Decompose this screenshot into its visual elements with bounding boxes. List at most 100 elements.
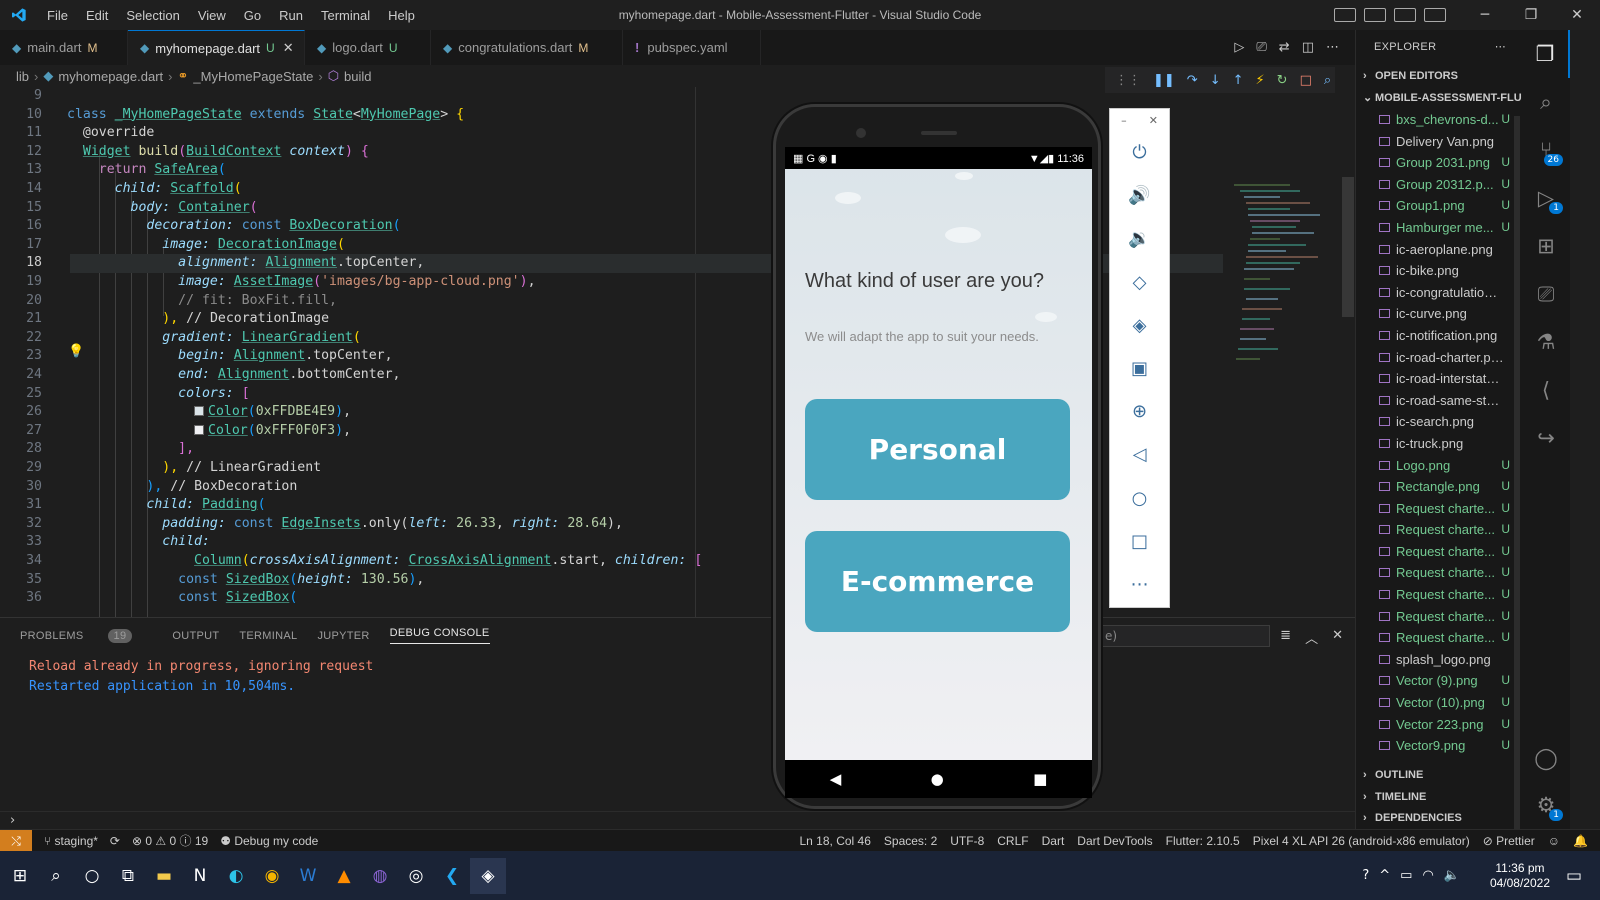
run-debug-icon[interactable]: ▷ 1 <box>1522 174 1570 222</box>
notion-icon[interactable]: N <box>182 858 218 894</box>
file-item[interactable]: ic-congratulations.p... <box>1356 282 1522 304</box>
explorer-icon[interactable]: ❐ <box>1522 30 1570 78</box>
file-item[interactable]: ic-road-charter.png <box>1356 347 1522 369</box>
toggle-sidebar-icon[interactable] <box>1334 8 1356 22</box>
file-item[interactable]: ic-curve.png <box>1356 303 1522 325</box>
recents-icon[interactable]: ■ <box>1033 770 1047 788</box>
menu-go[interactable]: Go <box>235 8 270 23</box>
file-item[interactable]: splash_logo.png <box>1356 649 1522 671</box>
editor-scrollbar[interactable] <box>1342 177 1354 317</box>
tab-congratulations-dart[interactable]: ◆ congratulations.dart M <box>431 30 623 65</box>
file-item[interactable]: Hamburger me... U <box>1356 217 1522 239</box>
file-item[interactable]: Request charte... U <box>1356 584 1522 606</box>
feedback-icon[interactable]: ☺ <box>1548 834 1560 848</box>
file-item[interactable]: Request charte... U <box>1356 627 1522 649</box>
testing-icon[interactable]: ⚗ <box>1522 318 1570 366</box>
menu-terminal[interactable]: Terminal <box>312 8 379 23</box>
file-item[interactable]: Vector (10).png U <box>1356 692 1522 714</box>
open-editors-section[interactable]: › OPEN EDITORS <box>1356 65 1522 87</box>
color-swatch[interactable] <box>194 424 205 435</box>
file-item[interactable]: Request charte... U <box>1356 498 1522 520</box>
file-item[interactable]: Request charte... U <box>1356 519 1522 541</box>
menu-selection[interactable]: Selection <box>117 8 188 23</box>
console-prompt[interactable]: › <box>0 811 1355 831</box>
file-item[interactable]: Rectangle.png U <box>1356 476 1522 498</box>
breadcrumb-method[interactable]: build <box>344 69 371 84</box>
source-control-icon[interactable]: ⑂ 26 <box>1522 126 1570 174</box>
line-ending[interactable]: CRLF <box>997 834 1028 848</box>
breadcrumb-class[interactable]: _MyHomePageState <box>193 69 313 84</box>
device-selector[interactable]: Pixel 4 XL API 26 (android-x86 emulator) <box>1253 834 1470 848</box>
file-item[interactable]: Delivery Van.png <box>1356 131 1522 153</box>
dependencies-section[interactable]: › DEPENDENCIES <box>1356 807 1516 829</box>
breadcrumb-lib[interactable]: lib <box>16 69 29 84</box>
volume-icon[interactable]: 🔈 <box>1444 868 1460 883</box>
compare-icon[interactable]: ⇄ <box>1279 40 1290 55</box>
sync-icon[interactable]: ⟳ <box>110 834 120 848</box>
tab-myhomepage-dart[interactable]: ◆ myhomepage.dart U ✕ <box>128 30 305 65</box>
file-item[interactable]: ic-road-same-state... <box>1356 390 1522 412</box>
search-icon[interactable]: ⌕ <box>1522 78 1570 126</box>
file-item[interactable]: Group 20312.p... U <box>1356 174 1522 196</box>
notifications-icon[interactable]: 🔔 <box>1573 834 1588 848</box>
menu-file[interactable]: File <box>38 8 77 23</box>
cursor-position[interactable]: Ln 18, Col 46 <box>800 834 871 848</box>
tab-main-dart[interactable]: ◆ main.dart M <box>0 30 128 65</box>
encoding[interactable]: UTF-8 <box>950 834 984 848</box>
project-section[interactable]: ⌄ MOBILE-ASSESSMENT-FLU... <box>1356 87 1522 109</box>
more-actions-icon[interactable]: ⋯ <box>1326 40 1339 55</box>
stop-icon[interactable]: □ <box>1300 73 1312 88</box>
file-item[interactable]: ic-road-interstate.png <box>1356 368 1522 390</box>
tab-problems[interactable]: PROBLEMS 19 <box>20 628 152 643</box>
remote-explorer-icon[interactable]: ⎚ <box>1522 270 1570 318</box>
dart-devtools[interactable]: Dart DevTools <box>1077 834 1152 848</box>
chevron-up-icon[interactable]: ^ <box>1379 868 1390 883</box>
drag-handle-icon[interactable]: ⋮⋮ <box>1115 73 1141 88</box>
notification-center-icon[interactable]: ▭ <box>1556 858 1592 894</box>
home-icon[interactable]: ● <box>931 770 944 788</box>
file-item[interactable]: Vector 223.png U <box>1356 714 1522 736</box>
more-icon[interactable]: ⋯ <box>1110 563 1169 606</box>
camera-screenshot-icon[interactable]: ▣ <box>1110 347 1169 390</box>
outline-section[interactable]: › OUTLINE <box>1356 764 1516 786</box>
windows-start-icon[interactable]: ⊞ <box>2 858 38 894</box>
file-item[interactable]: Group1.png U <box>1356 195 1522 217</box>
emulator-taskbar-icon[interactable]: ◈ <box>470 857 506 894</box>
step-into-icon[interactable]: ↓ <box>1210 73 1221 88</box>
taskbar-clock[interactable]: 11:36 pm 04/08/2022 <box>1490 861 1550 891</box>
file-item[interactable]: Request charte... U <box>1356 541 1522 563</box>
flutter-devices-icon[interactable]: ⎚ <box>1256 40 1266 55</box>
minimize-icon[interactable]: – <box>1121 114 1127 127</box>
restart-icon[interactable]: ↻ <box>1277 73 1288 88</box>
wifi-icon[interactable]: ◠ <box>1422 868 1433 883</box>
pause-icon[interactable]: ❚❚ <box>1153 73 1175 88</box>
accounts-icon[interactable]: ◯ <box>1522 734 1570 782</box>
back-icon[interactable]: ◁ <box>1110 433 1169 476</box>
file-item[interactable]: Request charte... U <box>1356 606 1522 628</box>
color-swatch[interactable] <box>194 406 205 417</box>
step-out-icon[interactable]: ↑ <box>1233 73 1244 88</box>
branch-status[interactable]: ⑂ staging* <box>44 834 98 848</box>
file-item[interactable]: bxs_chevrons-d... U <box>1356 109 1522 131</box>
battery-icon[interactable]: ▭ <box>1400 868 1412 883</box>
debug-status[interactable]: ⚉ Debug my code <box>220 834 318 848</box>
customize-layout-icon[interactable] <box>1424 8 1446 22</box>
help-icon[interactable]: ? <box>1362 868 1369 883</box>
tab-jupyter[interactable]: JUPYTER <box>317 630 369 642</box>
hot-reload-icon[interactable]: ⚡ <box>1256 73 1265 88</box>
restore-icon[interactable]: ❐ <box>1508 0 1554 30</box>
file-item[interactable]: ic-truck.png <box>1356 433 1522 455</box>
word-icon[interactable]: W <box>290 858 326 894</box>
breadcrumb-file[interactable]: myhomepage.dart <box>58 69 163 84</box>
rotate-left-icon[interactable]: ◇ <box>1110 261 1169 304</box>
power-icon[interactable]: ⏻ <box>1110 131 1169 174</box>
more-actions-icon[interactable]: ⋯ <box>1495 30 1506 65</box>
search-icon[interactable]: ⌕ <box>38 858 74 894</box>
personal-button[interactable]: Personal <box>805 399 1070 500</box>
timeline-section[interactable]: › TIMELINE <box>1356 786 1516 808</box>
toggle-panel-icon[interactable] <box>1364 8 1386 22</box>
edge-icon[interactable]: ◐ <box>218 858 254 894</box>
close-panel-icon[interactable]: ✕ <box>1332 628 1343 647</box>
explorer-scrollbar[interactable] <box>1514 116 1520 836</box>
filter-input[interactable]: e) <box>1100 625 1270 647</box>
